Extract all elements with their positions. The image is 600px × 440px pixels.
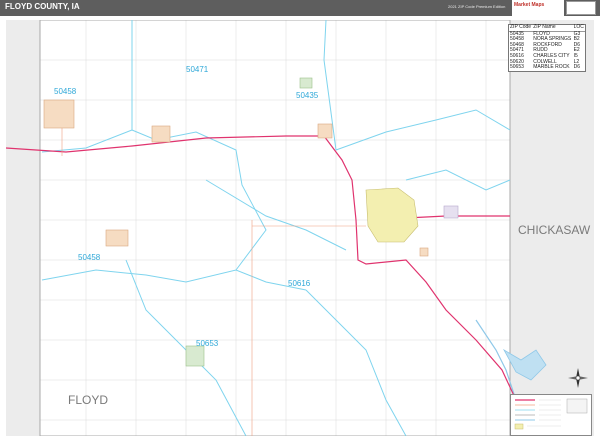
edition-label: 2021 ZIP Code Premium Edition [448, 4, 506, 9]
county-label-floyd: FLOYD [68, 393, 108, 407]
zip-legend-table: ZIP Code ZIP Name LOC 50435 FLOYD G3 504… [509, 24, 585, 71]
zip-label-50653: 50653 [196, 339, 219, 348]
compass-icon [568, 368, 588, 388]
zip-label-50471: 50471 [186, 65, 209, 74]
map-frame: FLOYD COUNTY, IA 2021 ZIP Code Premium E… [0, 0, 600, 440]
brand-logo-text: Market Maps [514, 2, 545, 8]
map-title: FLOYD COUNTY, IA [5, 2, 80, 11]
brand-logo: Market Maps [512, 0, 564, 16]
county-map: 50471 50458 50435 50458 50616 50653 CHIC… [6, 20, 594, 436]
town-rudd [317, 123, 333, 139]
zip-label-50616: 50616 [288, 279, 311, 288]
town-floyd [299, 77, 313, 89]
corner-badge [566, 1, 596, 15]
legend-cell-zip: 50653 [510, 64, 524, 71]
map-key [510, 394, 592, 436]
key-city-symbol [514, 423, 524, 430]
zip-label-50435: 50435 [296, 91, 319, 100]
town-rockford [151, 125, 171, 143]
legend-row: 50653 MARBLE ROCK D6 [509, 65, 585, 71]
zip-label-50458-north: 50458 [54, 87, 77, 96]
zip-label-50458-west: 50458 [78, 253, 101, 262]
title-bar: FLOYD COUNTY, IA 2021 ZIP Code Premium E… [0, 0, 600, 16]
map-key-symbols [514, 398, 588, 430]
town-nashua-area [105, 229, 129, 247]
town-marble-rock [185, 345, 205, 367]
legend-cell-loc: D6 [573, 64, 580, 71]
town-nora-springs [43, 99, 75, 129]
west-county-shade [6, 20, 40, 436]
county-label-chickasaw: CHICKASAW [518, 223, 591, 237]
town-small-east [419, 247, 429, 257]
town-colwell [443, 205, 459, 219]
zip-legend: ZIP Code ZIP Name LOC 50435 FLOYD G3 504… [508, 24, 586, 72]
key-inset-map [566, 398, 588, 414]
legend-cell-name: MARBLE ROCK [533, 64, 570, 71]
